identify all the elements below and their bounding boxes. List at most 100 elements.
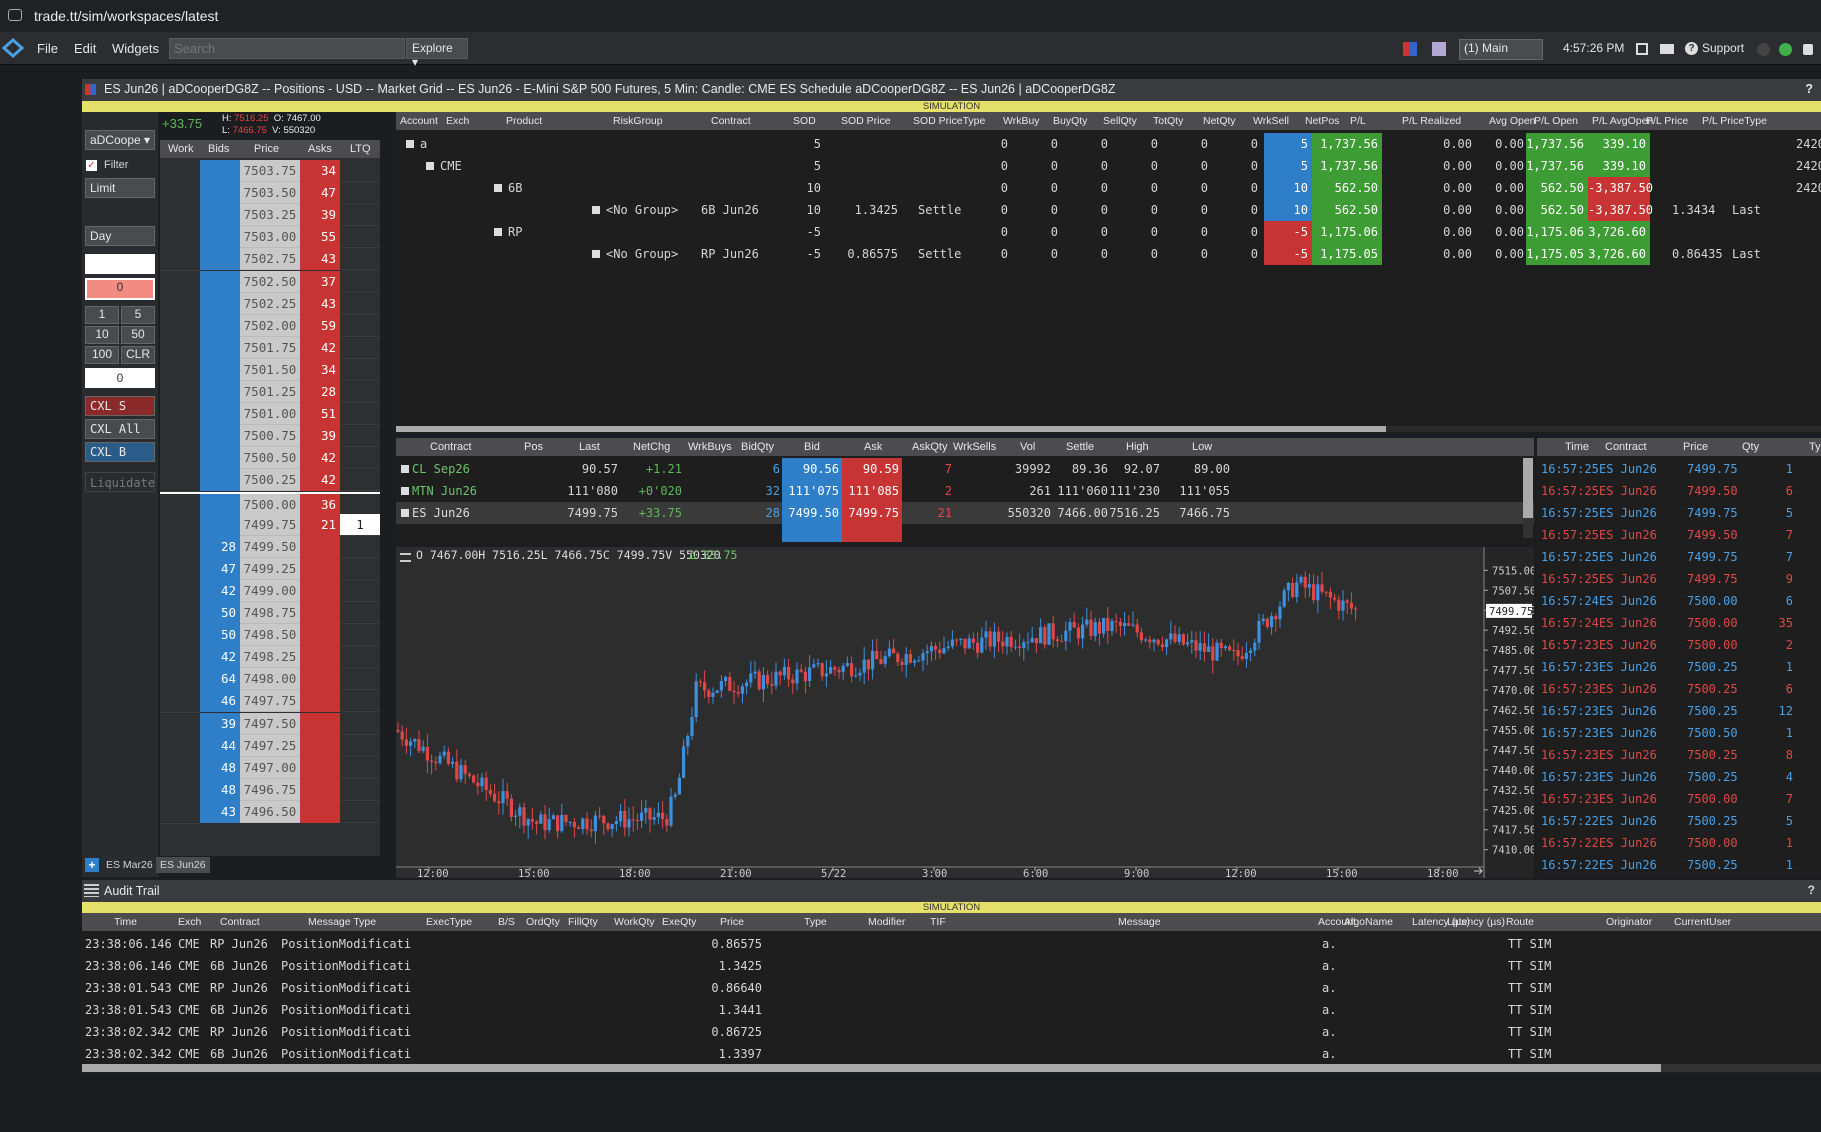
expand-icon[interactable] <box>592 206 600 214</box>
positions-row[interactable]: a 5 0 0 0 0 0 0 5 1,737.56 0.00 0.00 1,737.56 339.10 2… <box>396 133 1821 155</box>
contract-cell[interactable]: MTN Jun26 <box>412 480 477 502</box>
bid-cell[interactable]: 48 <box>200 756 240 779</box>
ask-cell[interactable]: 42 <box>300 336 340 359</box>
bid-cell[interactable] <box>200 270 240 293</box>
price-cell[interactable]: 7499.75 <box>240 513 300 536</box>
bid-cell[interactable] <box>200 403 240 426</box>
work-cell[interactable] <box>160 314 200 338</box>
ask-cell[interactable]: 21 <box>300 513 340 536</box>
explore-button[interactable]: Explore ▾ <box>406 38 468 69</box>
price-cell[interactable]: 7501.00 <box>240 403 300 426</box>
browser-url-bar[interactable]: trade.tt/sim/workspaces/latest <box>0 0 1821 32</box>
bid-cell[interactable] <box>200 336 240 359</box>
price-cell[interactable]: 7502.75 <box>240 248 300 271</box>
cancel-sells-button[interactable]: CXL S <box>85 396 155 416</box>
bid-cell[interactable]: 50 <box>200 624 240 647</box>
positions-row[interactable]: RP -5 0 0 0 0 0 0 -5 1,175.06 0.00 0.00 1,175.06 3,72… <box>396 221 1821 243</box>
work-cell[interactable] <box>160 579 200 603</box>
price-cell[interactable]: 7499.50 <box>240 535 300 558</box>
work-cell[interactable] <box>160 381 200 405</box>
ask-cell[interactable] <box>300 712 340 735</box>
audit-row[interactable]: 23:38:06.146 CME RP Jun26 PositionModificat… <box>82 933 1821 955</box>
ask-cell[interactable]: 28 <box>300 381 340 404</box>
ask-cell[interactable]: 7499.75 <box>842 502 902 524</box>
add-tab-button[interactable]: + <box>85 858 99 872</box>
audit-row[interactable]: 23:38:02.342 CME RP Jun26 PositionModificat… <box>82 1021 1821 1043</box>
help-icon[interactable]: ? <box>1685 42 1698 55</box>
work-cell[interactable] <box>160 800 200 824</box>
bid-cell[interactable] <box>200 447 240 470</box>
work-cell[interactable] <box>160 668 200 692</box>
ask-cell[interactable] <box>300 734 340 757</box>
order-type-select[interactable]: Limit <box>85 178 155 198</box>
bid-cell[interactable]: 7499.50 <box>782 502 842 524</box>
ask-cell[interactable] <box>300 646 340 669</box>
ask-cell[interactable] <box>300 690 340 713</box>
price-cell[interactable]: 7500.00 <box>240 493 300 516</box>
bid-cell[interactable] <box>200 248 240 271</box>
price-cell[interactable]: 7498.25 <box>240 646 300 669</box>
market-row[interactable]: CL Sep26 90.57 +1.21 6 90.56 90.59 7 39992 89.36… <box>396 458 1534 480</box>
work-cell[interactable] <box>160 756 200 780</box>
price-cell[interactable]: 7497.75 <box>240 690 300 713</box>
ask-cell[interactable]: 39 <box>300 425 340 448</box>
market-row[interactable]: ES Jun26 7499.75 +33.75 28 7499.50 7499.75 21 5… <box>396 502 1534 524</box>
mail-icon[interactable] <box>1660 44 1674 54</box>
expand-icon[interactable] <box>592 250 600 258</box>
ask-cell[interactable] <box>300 800 340 823</box>
cancel-all-button[interactable]: CXL All <box>85 419 155 439</box>
market-grid-scrollbar[interactable] <box>1523 458 1533 538</box>
price-cell[interactable]: 7502.25 <box>240 292 300 315</box>
expand-icon[interactable] <box>401 465 409 473</box>
ask-cell[interactable]: 59 <box>300 314 340 337</box>
liquidate-button[interactable]: Liquidate <box>85 472 155 492</box>
price-cell[interactable]: 7500.50 <box>240 447 300 470</box>
ask-cell[interactable]: 47 <box>300 182 340 205</box>
bid-cell[interactable] <box>200 204 240 227</box>
bid-cell[interactable] <box>200 226 240 249</box>
price-cell[interactable]: 7497.00 <box>240 756 300 779</box>
bid-cell[interactable] <box>200 292 240 315</box>
bid-cell[interactable]: 47 <box>200 557 240 580</box>
audit-scrollbar[interactable] <box>82 1064 1821 1072</box>
price-cell[interactable]: 7501.25 <box>240 381 300 404</box>
price-cell[interactable]: 7503.75 <box>240 160 300 183</box>
chart-plot[interactable]: 7515.007507.507500.007492.507485.007477.… <box>396 547 1534 878</box>
bid-cell[interactable]: 39 <box>200 712 240 735</box>
work-cell[interactable] <box>160 226 200 250</box>
contract-cell[interactable]: ES Jun26 <box>412 502 470 524</box>
menu-widgets[interactable]: Widgets <box>112 41 159 56</box>
audit-row[interactable]: 23:38:01.543 CME 6B Jun26 PositionModificat… <box>82 999 1821 1021</box>
price-cell[interactable]: 7497.25 <box>240 734 300 757</box>
price-cell[interactable]: 7499.25 <box>240 557 300 580</box>
bid-cell[interactable] <box>200 513 240 536</box>
expand-icon[interactable] <box>406 140 414 148</box>
cancel-buys-button[interactable]: CXL B <box>85 442 155 462</box>
ask-cell[interactable] <box>300 602 340 625</box>
price-cell[interactable]: 7502.00 <box>240 314 300 337</box>
ask-cell[interactable] <box>300 756 340 779</box>
layout-icon[interactable] <box>1403 42 1417 56</box>
ask-cell[interactable] <box>300 778 340 801</box>
price-cell[interactable]: 7498.75 <box>240 602 300 625</box>
qty-button-50[interactable]: 50 <box>121 326 155 344</box>
work-cell[interactable] <box>160 336 200 360</box>
work-cell[interactable] <box>160 182 200 206</box>
tab-es-jun26[interactable]: ES Jun26 <box>156 857 210 873</box>
positions-row[interactable]: 6B 10 0 0 0 0 0 0 10 562.50 0.00 0.00 562.50 -3,387.5… <box>396 177 1821 199</box>
work-cell[interactable] <box>160 734 200 758</box>
bid-cell[interactable]: 28 <box>200 535 240 558</box>
audit-row[interactable]: 23:38:01.543 CME RP Jun26 PositionModificat… <box>82 977 1821 999</box>
work-cell[interactable] <box>160 513 200 537</box>
url-text[interactable]: trade.tt/sim/workspaces/latest <box>34 8 218 24</box>
ask-cell[interactable]: 39 <box>300 204 340 227</box>
work-cell[interactable] <box>160 712 200 736</box>
work-cell[interactable] <box>160 557 200 581</box>
lock-icon[interactable] <box>1803 44 1813 55</box>
ask-cell[interactable]: 34 <box>300 160 340 183</box>
ask-cell[interactable] <box>300 535 340 558</box>
workspace-select[interactable]: (1) Main <box>1459 39 1543 60</box>
site-settings-icon[interactable] <box>8 9 22 21</box>
tt-logo-icon[interactable] <box>2 38 24 58</box>
qty-button-10[interactable]: 10 <box>85 326 119 344</box>
